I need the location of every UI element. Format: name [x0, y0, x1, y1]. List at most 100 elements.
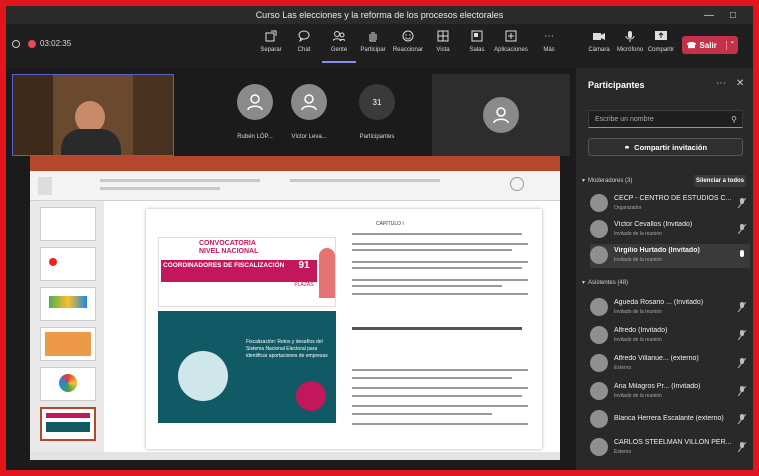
chevron-down-icon[interactable]: ˇ [725, 40, 733, 50]
person-icon [247, 94, 263, 111]
slide-thumbnail[interactable] [40, 287, 96, 321]
microphone-off-icon [738, 224, 746, 234]
maximize-icon[interactable]: □ [721, 6, 745, 24]
participant-name: Alfredo Villanue... (externo) [614, 355, 699, 362]
more-options-icon[interactable]: ⋯ [716, 78, 726, 89]
participant-item[interactable]: Alfredo Villanue... (externo) Externo [590, 352, 750, 376]
participant-role: Invitado de la reunión [614, 257, 662, 263]
participant-name: Blanca Herrera Escalante (externo) [614, 415, 724, 422]
share-invite-label: Compartir invitación [634, 142, 708, 152]
attendees-header: Asistentes (48) [588, 279, 629, 286]
participant-name: Agueda Rosario ... (Invitado) [614, 299, 704, 306]
shared-screen[interactable]: CONVOCATORIA NIVEL NACIONAL COORDINADORE… [30, 156, 560, 460]
slide-thumbnail[interactable] [40, 327, 96, 361]
button-label: Gente [330, 47, 348, 53]
share-button[interactable]: Compartir [644, 29, 678, 63]
share-invite-button[interactable]: ⚭ Compartir invitación [588, 138, 743, 156]
poster2-text: Fiscalización: Retos y desafíos del Sist… [246, 339, 328, 359]
meeting-timer: 03:02:35 [12, 39, 71, 48]
poster-line1: CONVOCATORIA [199, 240, 256, 247]
avatar [590, 326, 608, 344]
more-button[interactable]: ⋯ Más [532, 29, 566, 63]
camera-button[interactable]: Cámara [582, 29, 616, 63]
minimize-icon[interactable]: — [697, 6, 721, 24]
participant-item[interactable]: Víctor Cevallos (Invitado) Invitado de l… [590, 218, 750, 242]
moderators-header: Moderadores (3) [588, 177, 633, 184]
teams-window: Curso Las elecciones y la reforma de los… [6, 6, 753, 470]
slide-thumbnails [30, 201, 104, 460]
moderators-section-header[interactable]: ▾ Moderadores (3) [582, 177, 633, 185]
participant-item[interactable]: Alfredo (Invitado) Invitado de la reunió… [590, 324, 750, 348]
apps-icon [504, 29, 518, 43]
people-button[interactable]: Gente [322, 29, 356, 63]
react-button[interactable]: Reaccionar [391, 29, 425, 63]
powerpoint-status-bar [30, 452, 560, 460]
avatar [483, 97, 519, 133]
participant-item[interactable]: Ana Milagros Pr... (Invitado) Invitado d… [590, 380, 750, 404]
apps-button[interactable]: Aplicaciones [494, 29, 528, 63]
camera-icon [592, 29, 606, 43]
participant-item[interactable]: Blanca Herrera Escalante (externo) [590, 408, 750, 432]
participant-role: Externo [614, 365, 632, 371]
person-icon [493, 107, 509, 124]
participant-role: Invitado de la reunión [614, 309, 662, 315]
button-label: Reaccionar [392, 47, 424, 53]
poster-line3: COORDINADORES DE FISCALIZACIÓN [161, 260, 291, 282]
participant-item[interactable]: Virgilio Hurtado (Invitado) Invitado de … [590, 244, 750, 268]
slide-thumbnail[interactable] [40, 367, 96, 401]
leave-button[interactable]: ☎ Salir ˇ [682, 36, 738, 54]
avatar [590, 246, 608, 264]
react-icon [401, 29, 415, 43]
poster-badge-sub: PLAZAS [294, 282, 314, 288]
view-button[interactable]: Vista [426, 29, 460, 63]
chevron-down-icon: ▾ [582, 178, 586, 184]
rooms-icon [470, 29, 484, 43]
chat-button[interactable]: Chat [287, 29, 321, 63]
participant-name: CECP - CENTRO DE ESTUDIOS C... [614, 195, 732, 202]
participant-name: Rubén LÓP... [237, 134, 273, 140]
button-label: Cámara [588, 47, 610, 53]
microphone-off-icon [738, 330, 746, 340]
poster-line2: NIVEL NACIONAL [199, 248, 259, 255]
search-input[interactable]: Escribe un nombre ⚲ [588, 110, 743, 128]
participant-role: Invitado de la reunión [614, 337, 662, 343]
slide-thumbnail[interactable] [40, 247, 96, 281]
close-icon[interactable]: ✕ [736, 78, 744, 89]
slide-thumbnail-selected[interactable] [40, 407, 96, 441]
participant-name: CARLOS STEELMAN VILLON PER... [614, 439, 732, 446]
mute-all-button[interactable]: Silenciar a todos [694, 175, 746, 187]
microphone-off-icon [738, 414, 746, 424]
presenter-video[interactable] [12, 74, 174, 156]
participant-tile[interactable]: Víctor Leva... [270, 74, 348, 156]
microphone-off-icon [738, 386, 746, 396]
avatar [590, 410, 608, 428]
participant-item[interactable]: CECP - CENTRO DE ESTUDIOS C... Organizad… [590, 192, 750, 216]
shield-icon [12, 39, 20, 48]
convocatoria-poster: CONVOCATORIA NIVEL NACIONAL COORDINADORE… [158, 237, 336, 307]
participant-item[interactable]: Agueda Rosario ... (Invitado) Invitado d… [590, 296, 750, 320]
avatar [590, 220, 608, 238]
microphone-button[interactable]: Micrófono [613, 29, 647, 63]
button-label: Micrófono [616, 47, 644, 53]
button-label: Vista [436, 47, 450, 53]
camera-off-tile[interactable] [432, 74, 570, 156]
record-icon [28, 39, 36, 48]
phone-hangup-icon: ☎ [686, 40, 697, 50]
search-placeholder: Escribe un nombre [595, 115, 654, 123]
chat-icon [297, 29, 311, 43]
powerpoint-tabs [30, 164, 560, 171]
raise-hand-button[interactable]: Participar [356, 29, 390, 63]
participants-count-tile[interactable]: 31 Participantes [338, 74, 416, 156]
participant-name: Alfredo (Invitado) [614, 327, 668, 334]
slide-thumbnail[interactable] [40, 207, 96, 241]
rooms-button[interactable]: Salas [460, 29, 494, 63]
button-label: Separar [260, 47, 282, 53]
pop-out-button[interactable]: Separar [254, 29, 288, 63]
attendees-section-header[interactable]: ▾ Asistentes (48) [582, 279, 629, 287]
participant-name: Víctor Leva... [291, 134, 327, 140]
participant-role: Invitado de la reunión [614, 231, 662, 237]
participant-item[interactable]: CARLOS STEELMAN VILLON PER... Externo [590, 436, 750, 460]
view-icon [436, 29, 450, 43]
participant-name: Virgilio Hurtado (Invitado) [614, 247, 700, 254]
button-label: Participar [360, 47, 386, 53]
